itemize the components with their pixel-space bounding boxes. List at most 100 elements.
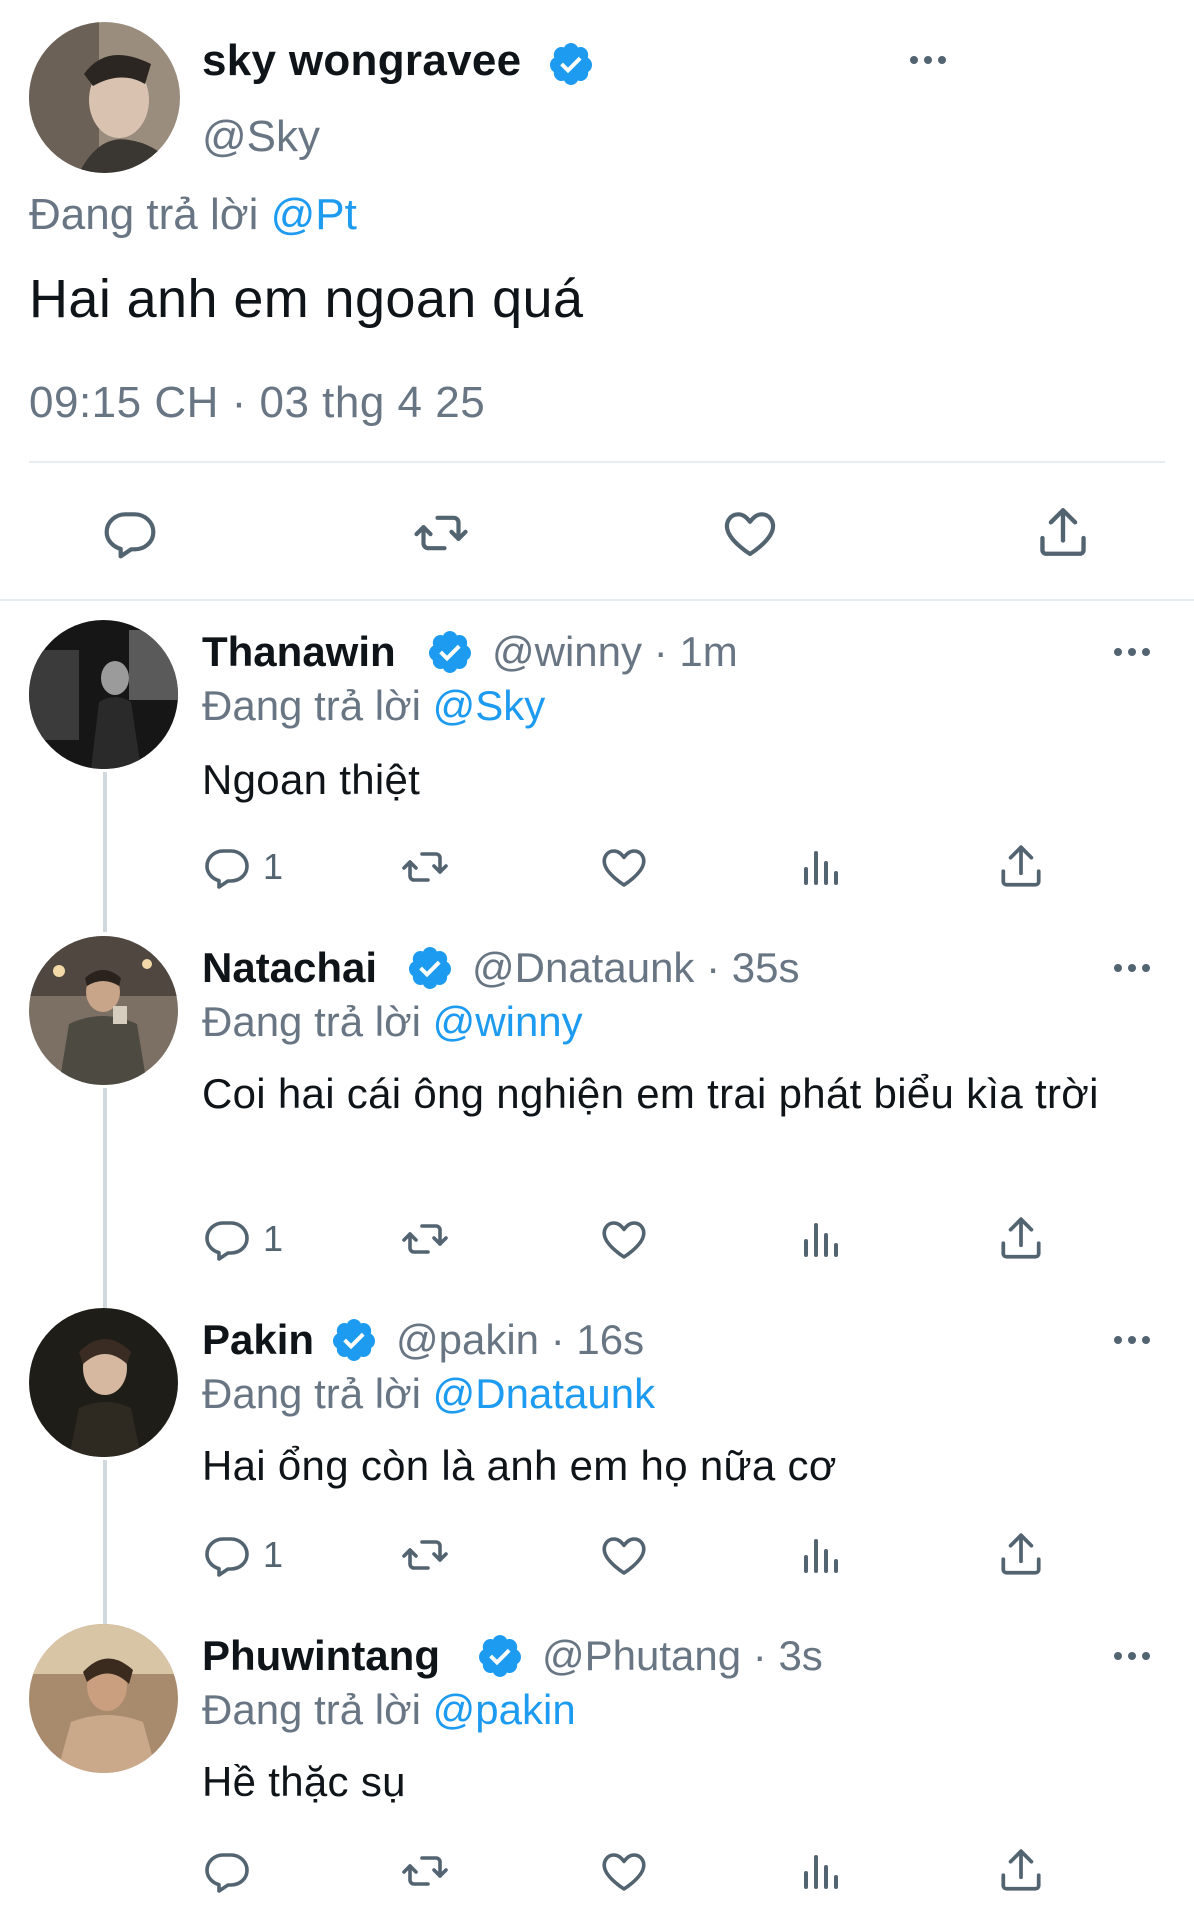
display-name[interactable]: Pakin [202,1316,314,1364]
user-handle[interactable]: @Sky [202,112,320,162]
user-meta: @pakin · 16s [396,1316,644,1364]
reply-tweet[interactable]: Phuwintang @Phutang · 3s Đang trả lời @p… [0,1624,1194,1920]
like-button[interactable] [600,1215,648,1263]
views-button[interactable] [798,1847,846,1895]
views-icon [798,1215,846,1263]
more-options-icon[interactable] [1113,962,1151,974]
time-ago: · 35s [706,944,800,991]
replying-to-label: Đang trả lời [202,1370,421,1417]
replying-to-label: Đang trả lời [202,998,421,1045]
retweet-button[interactable] [410,505,472,561]
reply-button[interactable]: 1 [203,843,283,891]
like-icon [722,505,778,561]
avatar[interactable] [29,1308,178,1457]
avatar[interactable] [29,620,178,769]
reply-icon [203,843,251,891]
reply-button[interactable] [102,505,158,561]
verified-badge-icon [426,628,474,676]
like-icon [600,843,648,891]
tweet-timestamp: 09:15 CH · 03 thg 4 25 [29,378,486,427]
share-button[interactable] [1034,503,1092,561]
main-tweet: sky wongravee @Sky Đang trả lời @Pt Hai … [0,0,1194,600]
reply-icon [203,1847,251,1895]
replying-to: Đang trả lời @Pt [29,190,357,240]
retweet-button[interactable] [398,1215,452,1263]
display-name[interactable]: sky wongravee [202,36,521,86]
section-divider [0,599,1194,601]
share-button[interactable] [996,1845,1046,1895]
share-icon [996,1845,1046,1895]
share-button[interactable] [996,1213,1046,1263]
replying-to: Đang trả lời @Sky [202,682,545,730]
views-icon [798,843,846,891]
share-icon [996,1213,1046,1263]
display-name[interactable]: Phuwintang [202,1632,440,1680]
replying-to: Đang trả lời @winny [202,998,583,1046]
user-meta: @Dnataunk · 35s [472,944,799,992]
replying-to-mention[interactable]: @winny [433,998,583,1045]
user-handle[interactable]: @Dnataunk [472,944,694,991]
views-button[interactable] [798,1531,846,1579]
share-icon [1034,503,1092,561]
more-options-icon[interactable] [1113,1650,1151,1662]
time-ago: · 1m [653,628,738,675]
display-name[interactable]: Thanawin [202,628,396,676]
more-options-icon[interactable] [1113,1334,1151,1346]
user-handle[interactable]: @Phutang [542,1632,741,1679]
like-button[interactable] [722,505,778,561]
replying-to-mention[interactable]: @Pt [271,190,357,239]
tweet-text: Hai ổng còn là anh em họ nữa cơ [202,1442,837,1489]
display-name[interactable]: Natachai [202,944,377,992]
views-button[interactable] [798,1215,846,1263]
avatar[interactable] [29,1624,178,1773]
reply-tweet[interactable]: Natachai @Dnataunk · 35s Đang trả lời @w… [0,936,1194,1306]
user-meta: @winny · 1m [492,628,738,676]
replying-to: Đang trả lời @pakin [202,1686,576,1734]
avatar[interactable] [29,22,180,173]
like-button[interactable] [600,1847,648,1895]
replying-to-label: Đang trả lời [202,1686,421,1733]
verified-badge-icon [547,40,595,88]
tweet-text: Coi hai cái ông nghiện em trai phát biểu… [202,1070,1099,1117]
user-handle[interactable]: @pakin [396,1316,539,1363]
retweet-button[interactable] [398,1847,452,1895]
reply-count: 1 [263,1218,284,1259]
share-icon [996,841,1046,891]
retweet-button[interactable] [398,843,452,891]
like-button[interactable] [600,843,648,891]
time-ago: · 16s [550,1316,645,1363]
reply-button[interactable] [203,1847,263,1895]
retweet-icon [410,505,472,561]
reply-tweet[interactable]: Pakin @pakin · 16s Đang trả lời @Dnataun… [0,1308,1194,1618]
time-ago: · 3s [752,1632,823,1679]
replying-to-label: Đang trả lời [202,682,421,729]
reply-icon [102,505,158,561]
views-icon [798,1847,846,1895]
share-button[interactable] [996,1529,1046,1579]
user-meta: @Phutang · 3s [542,1632,823,1680]
retweet-icon [398,843,452,891]
more-options-icon[interactable] [1113,646,1151,658]
replying-to-mention[interactable]: @pakin [433,1686,576,1733]
retweet-button[interactable] [398,1531,452,1579]
more-options-icon[interactable] [909,54,947,66]
replying-to-mention[interactable]: @Sky [433,682,546,729]
retweet-icon [398,1847,452,1895]
reply-button[interactable]: 1 [203,1531,283,1579]
reply-button[interactable]: 1 [203,1215,283,1263]
retweet-icon [398,1215,452,1263]
views-button[interactable] [798,843,846,891]
retweet-icon [398,1531,452,1579]
verified-badge-icon [476,1632,524,1680]
tweet-text: Hai anh em ngoan quá [29,269,584,329]
replying-to-mention[interactable]: @Dnataunk [433,1370,655,1417]
like-button[interactable] [600,1531,648,1579]
user-handle[interactable]: @winny [492,628,642,675]
views-icon [798,1531,846,1579]
replying-to-label: Đang trả lời [29,190,259,239]
avatar[interactable] [29,936,178,1085]
reply-icon [203,1531,251,1579]
reply-tweet[interactable]: Thanawin @winny · 1m Đang trả lời @Sky N… [0,620,1194,930]
tweet-text: Ngoan thiệt [202,756,421,803]
share-button[interactable] [996,841,1046,891]
